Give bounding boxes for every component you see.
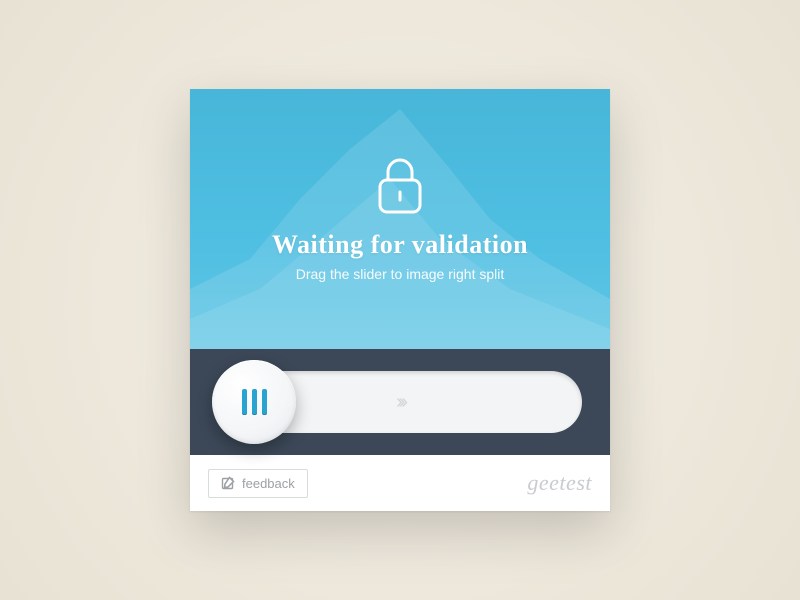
lock-icon bbox=[374, 156, 426, 216]
feedback-label: feedback bbox=[242, 476, 295, 491]
captcha-footer: feedback geetest bbox=[190, 455, 610, 511]
slider-section: ››› bbox=[190, 349, 610, 455]
grip-icon bbox=[242, 389, 267, 415]
captcha-image-area: Waiting for validation Drag the slider t… bbox=[190, 89, 610, 349]
feedback-button[interactable]: feedback bbox=[208, 469, 308, 498]
captcha-card: Waiting for validation Drag the slider t… bbox=[190, 89, 610, 511]
chevron-right-icon: ››› bbox=[396, 391, 404, 414]
edit-icon bbox=[221, 476, 235, 490]
slider-handle[interactable] bbox=[212, 360, 296, 444]
brand-logo: geetest bbox=[527, 470, 592, 496]
slider-track[interactable]: ››› bbox=[218, 371, 582, 433]
prompt-title: Waiting for validation bbox=[272, 230, 528, 260]
mountain-backdrop bbox=[190, 89, 610, 349]
prompt-subtitle: Drag the slider to image right split bbox=[296, 266, 505, 282]
